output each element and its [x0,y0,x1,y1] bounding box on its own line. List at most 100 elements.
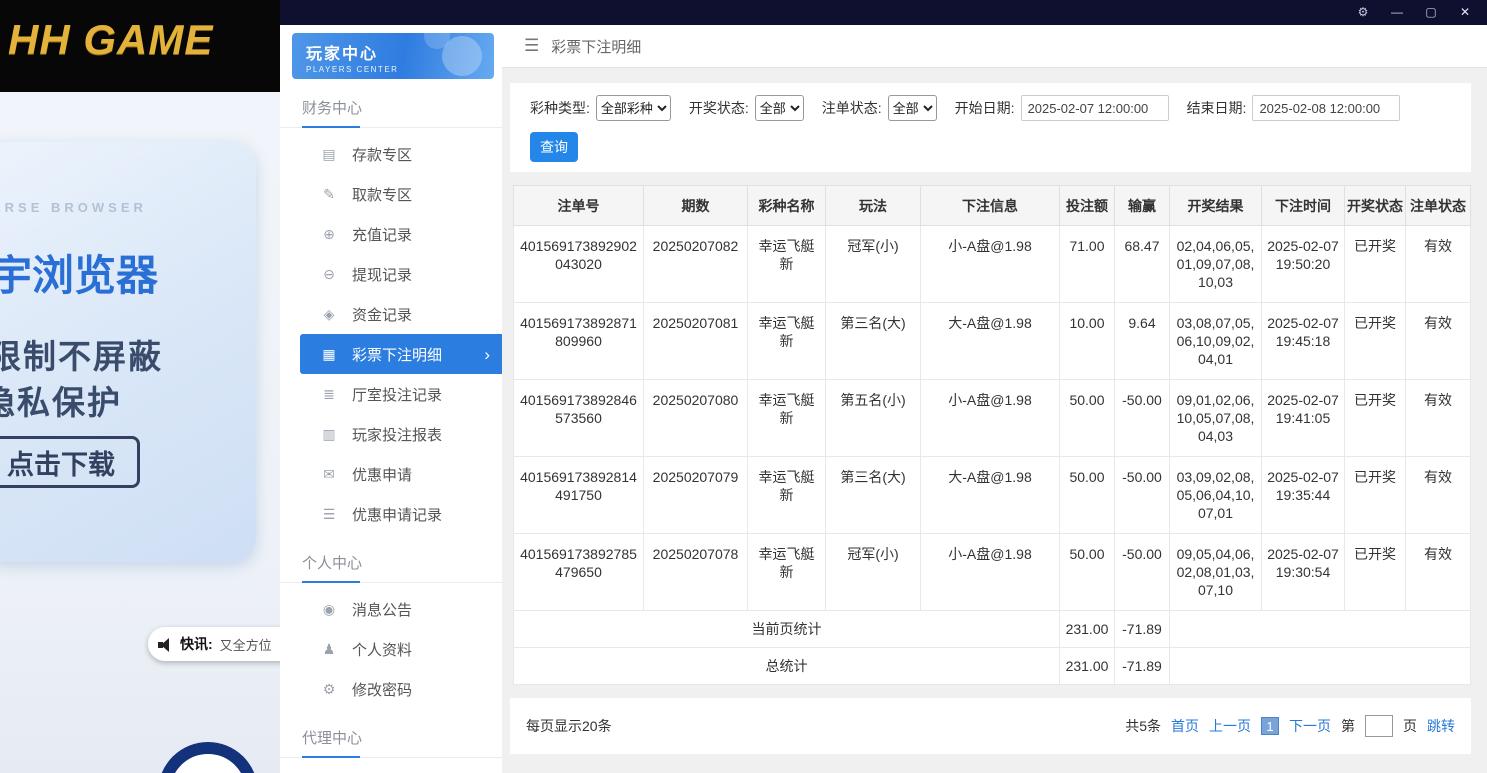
filter-label: 开奖状态: [688,100,749,116]
sidebar-item[interactable]: ☰ 优惠申请记录 [300,494,502,534]
deposit-icon: ▤ [322,145,336,162]
sidebar-item-label: 彩票下注明细 [352,346,443,364]
promo-line-3: 隐私保护 [0,384,122,421]
table-cell: 小-A盘@1.98 [920,379,1060,457]
filter-label: 结束日期: [1186,100,1247,116]
sidebar-item[interactable]: ✉ 优惠申请 [300,454,502,494]
table-row: 401569173892846573560 20250207080 幸运飞艇新 第五名… [513,379,1471,457]
password-icon: ⚙ [322,680,336,697]
sidebar-item[interactable]: ◉ 消息公告 [300,589,502,629]
app-body: 玩家中心 PLAYERS CENTER 财务中心 ▤ 存款专区 ✎ 取款专区 ⊕ 充值记录 ⊖… [280,25,1487,773]
table-cell: 第三名(大) [825,302,921,380]
sidebar-section-label: 个人中心 [280,542,502,583]
start-date-input[interactable] [1020,95,1169,121]
sidebar-item[interactable]: ≣ 厅室投注记录 [300,374,502,414]
bottom-logo [158,742,258,773]
table-cell: 小-A盘@1.98 [920,533,1060,611]
sidebar-item[interactable]: ✎ 取款专区 [300,174,502,214]
sidebar-item[interactable]: ◈ 资金记录 [300,294,502,334]
table-cell: 68.47 [1114,225,1170,303]
site-logo: HH GAME [8,16,214,63]
table-cell: 401569173892902043020 [513,225,644,303]
jump-link[interactable]: 跳转 [1427,716,1455,736]
titlebar: ⚙ — ▢ ✕ [280,0,1487,25]
recharge-icon: ⊕ [323,225,335,242]
column-header: 玩法 [825,185,921,226]
sidebar-item[interactable]: ▥ 玩家投注报表 [300,414,502,454]
maximize-icon[interactable]: ▢ [1423,0,1439,25]
column-header: 注单号 [513,185,644,226]
table-cell: 03,08,07,05,06,10,09,02,04,01 [1169,302,1262,380]
sidebar-subtitle: PLAYERS CENTER [306,65,399,74]
summary-label: 总统计 [513,647,1060,685]
sidebar-item-label: 个人资料 [352,641,413,659]
settings-icon[interactable]: ⚙ [1355,0,1371,25]
table-cell: 10.00 [1059,302,1115,380]
sidebar-item[interactable]: ▦ 彩票下注明细 › [300,334,502,374]
sidebar-item-label: 玩家投注报表 [352,426,443,444]
prev-page-link[interactable]: 上一页 [1209,716,1251,736]
total-count: 共5条 [1125,718,1161,734]
page-jump-input[interactable] [1365,715,1393,737]
sidebar-header: 玩家中心 PLAYERS CENTER [292,33,494,79]
table-cell: 小-A盘@1.98 [920,225,1060,303]
promo-record-icon: ☰ [322,505,336,522]
lottery-detail-icon: ▦ [322,345,336,362]
ticker-label: 快讯: [180,636,213,652]
table-row: 401569173892902043020 20250207082 幸运飞艇新 冠军(… [513,225,1471,303]
page-word-prefix: 第 [1341,718,1355,734]
draw-status-select[interactable]: 全部 [754,95,804,121]
table-header-row: 注单号 期数 彩种名称 玩法 下注信息 投注额 输赢 开奖结果 下注时间 开奖状态 注单状态 [513,185,1471,226]
table-cell: 大-A盘@1.98 [920,302,1060,380]
message-icon: ◉ [322,600,336,617]
next-page-link[interactable]: 下一页 [1289,716,1331,736]
current-page[interactable]: 1 [1261,717,1279,735]
profile-icon: ♟ [322,640,336,657]
table-cell: 9.64 [1114,302,1170,380]
summary-empty-cell [1169,610,1471,648]
close-icon[interactable]: ✕ [1457,0,1473,25]
sidebar-section-label: 代理中心 [280,717,502,758]
pagination-controls: 共5条 首页 上一页 1 下一页 第 页 跳转 [1125,715,1455,737]
table-cell: 09,01,02,06,10,05,07,08,04,03 [1169,379,1262,457]
download-button[interactable]: 点击下载 [0,436,140,488]
minimize-icon[interactable]: — [1389,0,1405,25]
table-cell: 第五名(小) [825,379,921,457]
end-date-input[interactable] [1252,95,1401,121]
promo-banner: ERSE BROWSER 宇浏览器 限制不屏蔽 隐私保护 点击下载 [0,142,256,562]
table-cell: 有效 [1405,225,1471,303]
sidebar-item-label: 资金记录 [352,306,413,324]
table-cell: 大-A盘@1.98 [920,456,1060,534]
sidebar-menu: 财务中心 ▤ 存款专区 ✎ 取款专区 ⊕ 充值记录 ⊖ 提现记录 ◈ 资金记录 ▦ 彩票下注明细 › ≣ 厅室… [280,87,502,758]
table-cell: 50.00 [1059,379,1115,457]
table-cell: 已开奖 [1344,379,1406,457]
player-report-icon: ▥ [322,425,336,442]
table-cell: 幸运飞艇新 [747,302,826,380]
summary-winloss-total: -71.89 [1114,610,1170,648]
table-cell: 冠军(小) [825,225,921,303]
column-header: 下注时间 [1261,185,1345,226]
sidebar: 玩家中心 PLAYERS CENTER 财务中心 ▤ 存款专区 ✎ 取款专区 ⊕ 充值记录 ⊖… [280,25,502,773]
table-cell: 71.00 [1059,225,1115,303]
order-status-select[interactable]: 全部 [887,95,937,121]
table-cell: 50.00 [1059,456,1115,534]
column-header: 开奖结果 [1169,185,1262,226]
filter-row: 彩种类型:全部彩种开奖状态:全部注单状态:全部开始日期:结束日期: [530,95,1451,121]
table-cell: 幸运飞艇新 [747,225,826,303]
funds-icon: ◈ [323,305,335,322]
first-page-link[interactable]: 首页 [1171,716,1199,736]
sidebar-item[interactable]: ⊕ 充值记录 [300,214,502,254]
promo-title: 宇浏览器 [0,252,159,299]
lottery-type-select[interactable]: 全部彩种 [595,95,671,121]
filter-label: 注单状态: [821,100,882,116]
sidebar-item[interactable]: ▤ 存款专区 [300,134,502,174]
cashout-icon: ⊖ [323,265,335,282]
menu-toggle-icon[interactable]: ☰ [524,36,539,56]
table-cell: 有效 [1405,456,1471,534]
sidebar-item[interactable]: ⊖ 提现记录 [300,254,502,294]
table-row: 401569173892871809960 20250207081 幸运飞艇新 第三名… [513,302,1471,380]
sidebar-item[interactable]: ⚙ 修改密码 [300,669,502,709]
query-button[interactable]: 查询 [530,132,578,162]
page-header: ☰ 彩票下注明细 [502,25,1487,68]
sidebar-item[interactable]: ♟ 个人资料 [300,629,502,669]
